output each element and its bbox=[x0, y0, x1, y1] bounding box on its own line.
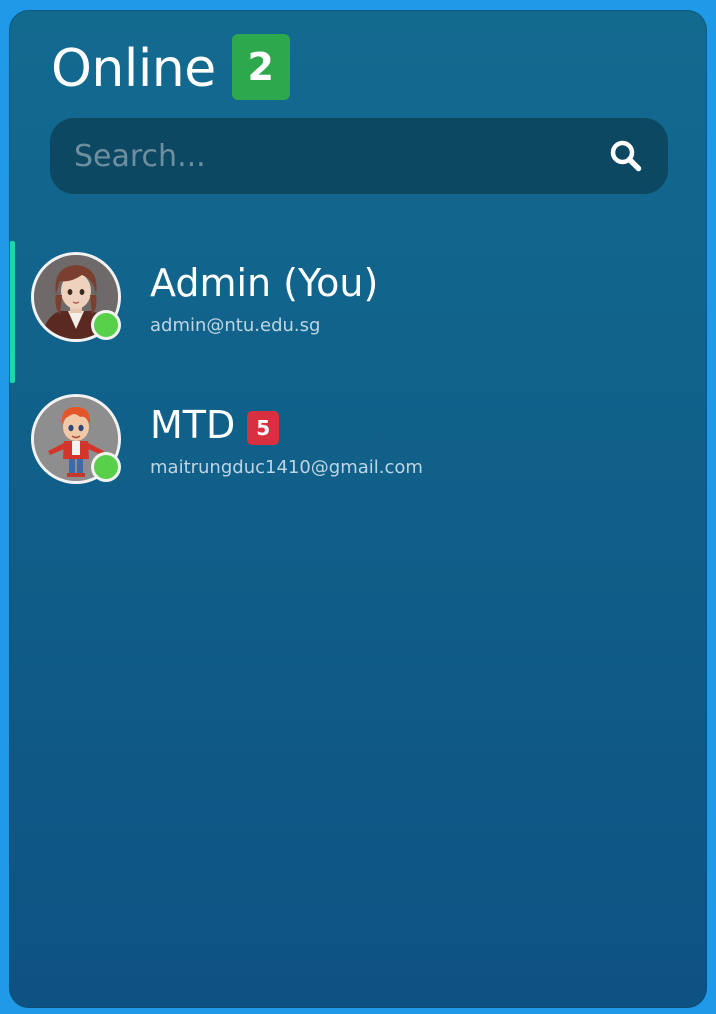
user-name: Admin (You) bbox=[150, 261, 379, 305]
user-list-item[interactable]: Admin (You) admin@ntu.edu.sg bbox=[9, 241, 707, 383]
user-name-row: Admin (You) bbox=[150, 259, 378, 307]
user-email: maitrungduc1410@gmail.com bbox=[150, 457, 423, 478]
online-status-dot bbox=[91, 452, 121, 482]
user-email: admin@ntu.edu.sg bbox=[150, 315, 321, 336]
user-name: MTD bbox=[150, 403, 236, 447]
online-status-dot bbox=[91, 310, 121, 340]
panel-title: Online bbox=[51, 39, 216, 99]
search-icon[interactable] bbox=[606, 136, 646, 176]
search-input[interactable] bbox=[50, 137, 606, 175]
user-list: Admin (You) admin@ntu.edu.sg MTD 5 maitr… bbox=[9, 241, 707, 525]
user-list-item[interactable]: MTD 5 maitrungduc1410@gmail.com bbox=[9, 383, 707, 525]
online-users-panel: Online 2 Search... Admin (You) admin@ntu… bbox=[9, 10, 707, 1008]
panel-header: Online 2 bbox=[51, 34, 290, 102]
unread-count-badge: 5 bbox=[247, 411, 280, 445]
online-count-badge: 2 bbox=[231, 34, 290, 100]
user-name-row: MTD 5 bbox=[150, 401, 280, 449]
search-bar bbox=[50, 118, 668, 194]
